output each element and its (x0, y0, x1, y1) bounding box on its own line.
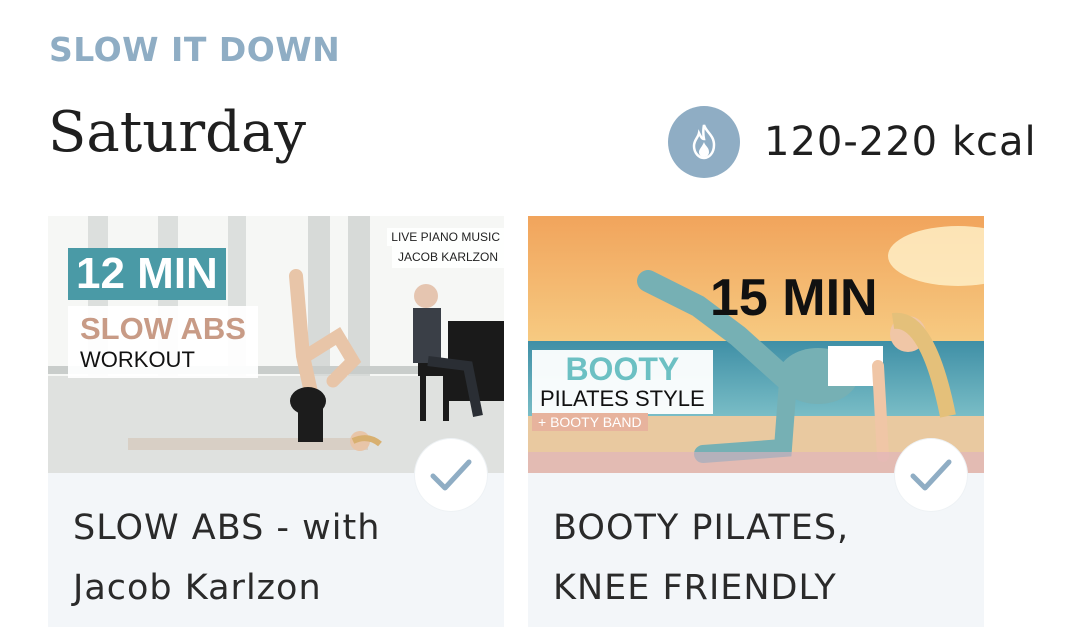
thumb-music-artist: JACOB KARLZON (391, 246, 504, 268)
flame-icon (668, 106, 740, 178)
workout-thumbnail[interactable]: 15 MIN BOOTY PILATES STYLE + BOOTY BAND (528, 216, 984, 473)
thumb-heading-box: SLOW ABS WORKOUT (68, 306, 258, 378)
workout-title-line1: SLOW ABS - with (73, 508, 381, 548)
thumb-duration-badge: 15 MIN (710, 269, 878, 327)
workout-card-booty-pilates[interactable]: 15 MIN BOOTY PILATES STYLE + BOOTY BAND … (528, 216, 984, 627)
thumb-subheading: WORKOUT (80, 347, 195, 372)
thumb-music-label: LIVE PIANO MUSIC (387, 228, 504, 246)
thumb-heading: SLOW ABS (80, 311, 246, 346)
workout-card-slow-abs[interactable]: 12 MIN SLOW ABS WORKOUT LIVE PIANO MUSIC… (48, 216, 504, 627)
completed-check-icon[interactable] (415, 439, 487, 511)
thumb-subheading: PILATES STYLE (540, 386, 705, 411)
thumb-duration-badge: 12 MIN (68, 248, 226, 300)
thumb-heading-box: BOOTY PILATES STYLE (532, 350, 713, 414)
page-title: Saturday (48, 100, 306, 165)
section-eyebrow: SLOW IT DOWN (49, 30, 341, 69)
workout-title-line2: KNEE FRIENDLY (553, 568, 837, 608)
workout-title-line2: Jacob Karlzon (73, 568, 322, 608)
workout-title[interactable]: BOOTY PILATES, KNEE FRIENDLY (553, 498, 963, 618)
workout-title-line1: BOOTY PILATES, (553, 508, 850, 548)
workout-title[interactable]: SLOW ABS - with Jacob Karlzon (73, 498, 483, 618)
thumb-heading: BOOTY (565, 351, 680, 387)
thumb-extra-label: + BOOTY BAND (532, 413, 648, 431)
completed-check-icon[interactable] (895, 439, 967, 511)
calorie-estimate: 120-220 kcal (668, 106, 1037, 178)
workout-thumbnail[interactable]: 12 MIN SLOW ABS WORKOUT LIVE PIANO MUSIC… (48, 216, 504, 473)
calorie-range: 120-220 kcal (764, 119, 1037, 165)
